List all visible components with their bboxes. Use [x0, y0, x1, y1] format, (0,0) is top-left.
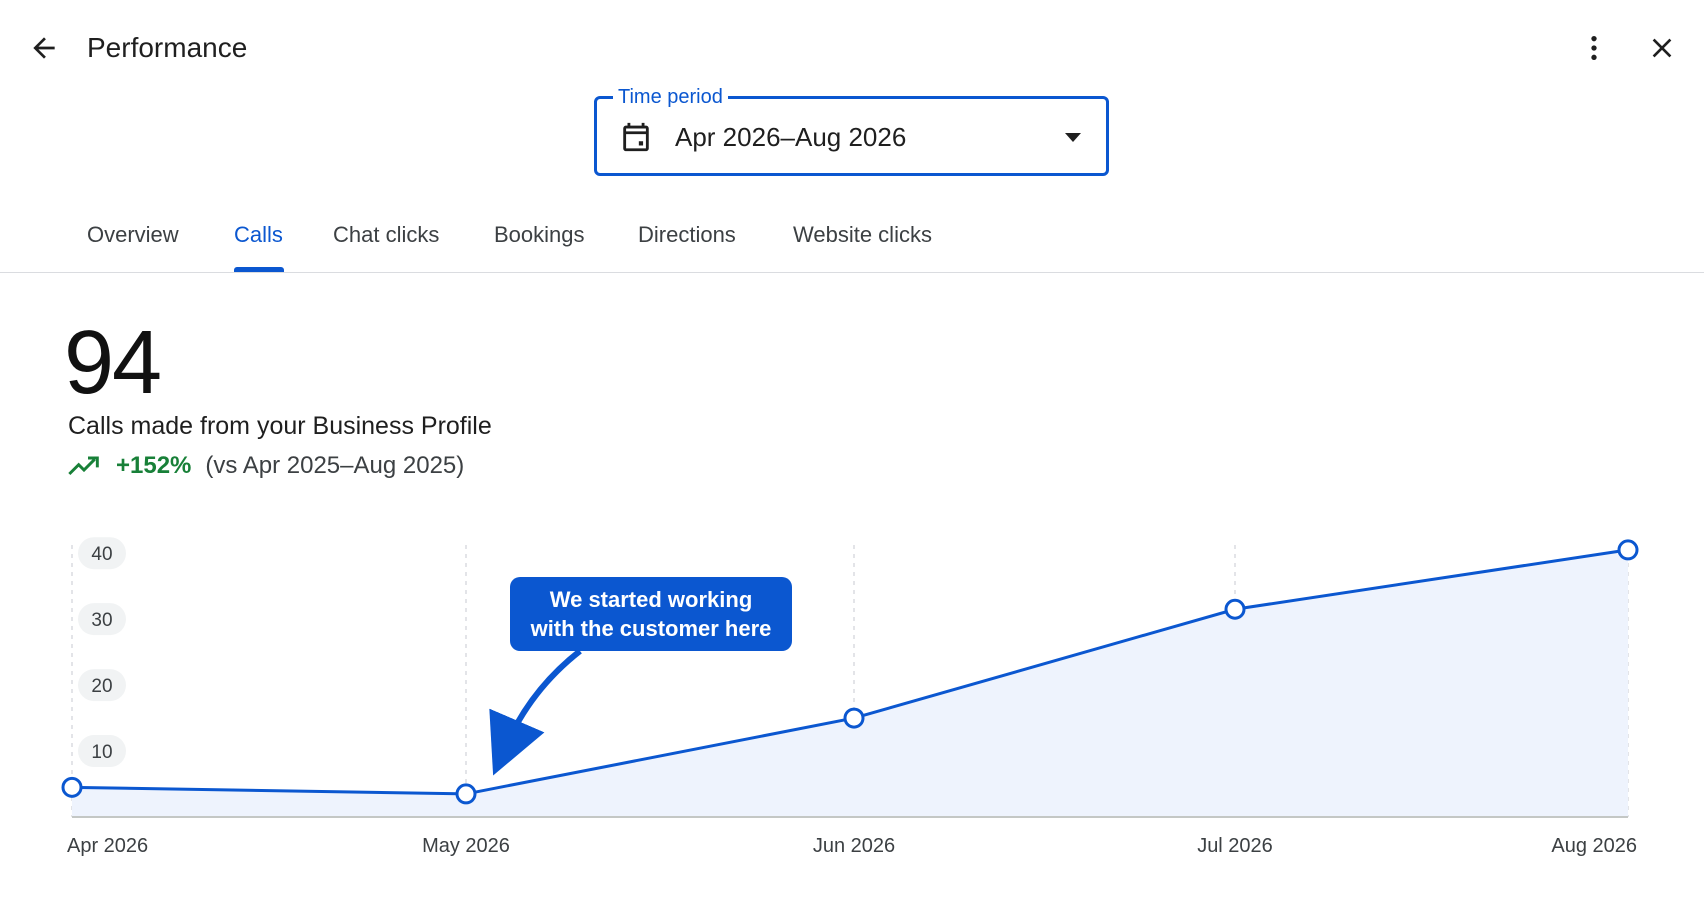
- arrow-back-icon: [33, 37, 55, 59]
- tab-chat-clicks[interactable]: Chat clicks: [333, 218, 439, 252]
- more-vert-icon: [1591, 36, 1597, 60]
- time-period-value: Apr 2026–Aug 2026: [675, 122, 907, 152]
- x-tick-label: Apr 2026: [67, 835, 148, 857]
- trend-row: +152% (vs Apr 2025–Aug 2025): [68, 450, 464, 482]
- tab-directions[interactable]: Directions: [638, 218, 736, 252]
- tab-bar: Overview Calls Chat clicks Bookings Dire…: [0, 200, 1704, 273]
- metric-description: Calls made from your Business Profile: [68, 412, 492, 440]
- y-tick-label: 20: [91, 676, 112, 697]
- annotation-callout: We started working with the customer her…: [510, 577, 792, 651]
- data-point[interactable]: [455, 783, 477, 805]
- callout-line-1: We started working: [549, 587, 753, 612]
- calendar-icon: [623, 122, 649, 152]
- active-tab-indicator: [234, 267, 284, 272]
- back-button[interactable]: [22, 28, 66, 68]
- y-tick-label: 40: [91, 544, 112, 565]
- time-period-select[interactable]: Time period Apr 2026–Aug 2026: [594, 85, 1109, 176]
- trending-up-icon: [68, 456, 99, 476]
- trend-comparison: (vs Apr 2025–Aug 2025): [205, 452, 465, 479]
- data-point[interactable]: [1224, 598, 1246, 620]
- x-tick-label: Jun 2026: [813, 835, 895, 857]
- data-point[interactable]: [61, 776, 83, 798]
- data-point[interactable]: [1617, 539, 1639, 561]
- x-tick-label: Jul 2026: [1197, 835, 1273, 857]
- callout-arrow: [489, 648, 582, 776]
- callout-line-2: with the customer here: [530, 616, 772, 641]
- x-tick-label: May 2026: [422, 835, 510, 857]
- close-icon: [1652, 38, 1672, 58]
- tab-calls[interactable]: Calls: [234, 218, 283, 252]
- y-tick-label: 10: [91, 742, 112, 763]
- chart-area-fill: [72, 549, 1628, 817]
- close-button[interactable]: [1640, 28, 1684, 68]
- tab-bookings[interactable]: Bookings: [494, 218, 585, 252]
- x-tick-label: Aug 2026: [1551, 835, 1637, 857]
- trend-percentage: +152%: [116, 452, 192, 479]
- page-title: Performance: [87, 32, 248, 63]
- calls-chart: 10 20 30 40 Apr 2026 May 2026 Jun 2026 Jul 202…: [61, 537, 1639, 857]
- more-options-button[interactable]: [1578, 28, 1610, 68]
- tab-overview[interactable]: Overview: [87, 218, 179, 252]
- data-point[interactable]: [843, 707, 865, 729]
- dropdown-arrow-icon: [1065, 133, 1081, 142]
- y-tick-label: 30: [91, 610, 112, 631]
- calls-count: 94: [64, 313, 162, 413]
- time-period-label: Time period: [613, 85, 728, 109]
- tab-website-clicks[interactable]: Website clicks: [793, 218, 932, 252]
